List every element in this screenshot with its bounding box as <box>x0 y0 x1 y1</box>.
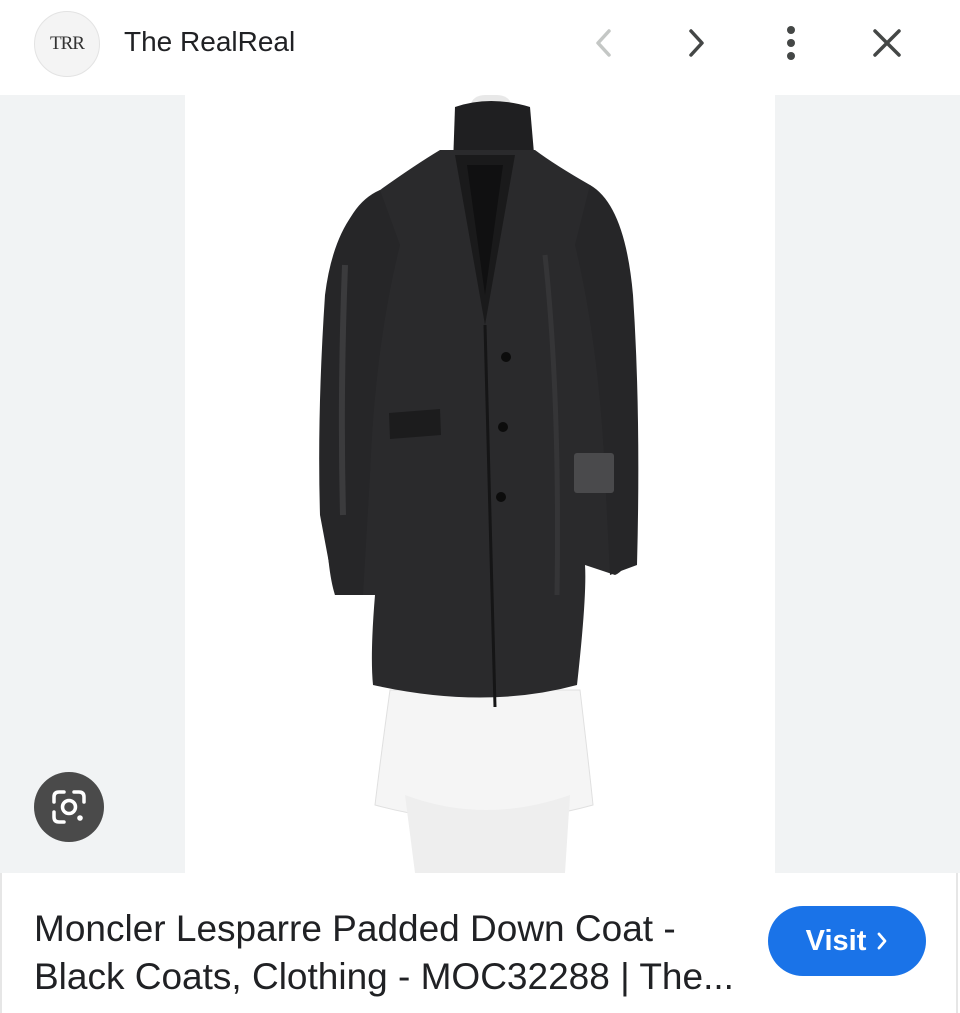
viewer-header: TRR The RealReal <box>0 0 960 95</box>
coat-on-mannequin-illustration <box>319 95 639 873</box>
more-vert-icon <box>787 26 795 60</box>
google-lens-icon <box>52 790 86 824</box>
chevron-right-icon <box>877 932 887 950</box>
image-preview-area[interactable] <box>0 95 960 873</box>
chevron-right-icon <box>689 29 704 57</box>
result-title-line-2: Black Coats, Clothing - MOC32288 | The..… <box>34 956 734 997</box>
google-lens-button[interactable] <box>34 772 104 842</box>
product-image[interactable] <box>185 95 775 873</box>
close-icon <box>873 29 901 57</box>
site-logo[interactable]: TRR <box>34 11 100 77</box>
more-options-button[interactable] <box>768 20 814 66</box>
result-title-line-1: Moncler Lesparre Padded Down Coat - <box>34 908 676 949</box>
chevron-left-icon <box>596 29 611 57</box>
close-button[interactable] <box>864 20 910 66</box>
visit-button-label: Visit <box>805 924 867 957</box>
visit-button[interactable]: Visit <box>768 906 926 976</box>
next-button[interactable] <box>674 20 720 66</box>
site-logo-text: TRR <box>50 33 85 54</box>
previous-button[interactable] <box>580 20 626 66</box>
site-name[interactable]: The RealReal <box>124 26 295 58</box>
result-title-link[interactable]: Moncler Lesparre Padded Down Coat - Blac… <box>34 905 734 1001</box>
